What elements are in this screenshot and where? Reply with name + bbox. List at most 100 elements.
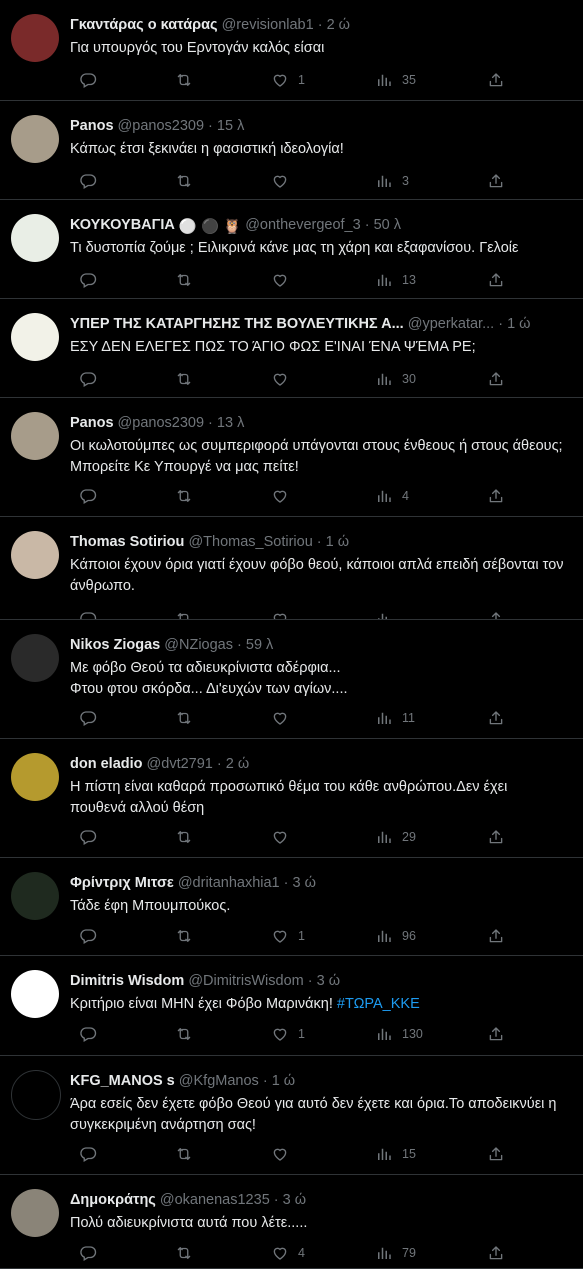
author-name[interactable]: Nikos Ziogas [70, 637, 160, 653]
like-button[interactable] [262, 1144, 289, 1164]
share-button[interactable] [478, 171, 505, 191]
author-handle[interactable]: @panos2309 [118, 415, 204, 431]
author-name[interactable]: Dimitris Wisdom [70, 973, 184, 989]
share-button[interactable] [478, 70, 505, 90]
reply-button[interactable] [70, 486, 97, 506]
like-button[interactable] [262, 827, 289, 847]
share-button[interactable] [478, 486, 505, 506]
views-button[interactable]: 4 [366, 486, 409, 506]
like-button[interactable]: 1 [262, 926, 305, 946]
avatar[interactable] [11, 14, 59, 62]
timestamp[interactable]: 1 ώ [507, 316, 530, 332]
retweet-button[interactable] [166, 171, 193, 191]
reply-button[interactable] [70, 926, 97, 946]
hashtag-link[interactable]: #ΤΩΡΑ_ΚΚΕ [337, 996, 420, 1012]
timestamp[interactable]: 13 λ [217, 415, 244, 431]
avatar[interactable] [11, 970, 59, 1018]
author-name[interactable]: Thomas Sotiriou [70, 534, 184, 550]
timestamp[interactable]: 1 ώ [272, 1073, 295, 1089]
timestamp[interactable]: 1 ώ [326, 534, 349, 550]
author-handle[interactable]: @yperkatar... [408, 316, 494, 332]
author-handle[interactable]: @Thomas_Sotiriou [188, 534, 312, 550]
retweet-button[interactable] [166, 1243, 193, 1263]
views-button[interactable] [366, 609, 393, 619]
author-handle[interactable]: @panos2309 [118, 118, 204, 134]
author-handle[interactable]: @NZiogas [164, 637, 233, 653]
views-button[interactable]: 130 [366, 1024, 423, 1044]
views-button[interactable]: 11 [366, 708, 415, 728]
views-button[interactable]: 30 [366, 369, 416, 389]
avatar[interactable] [11, 214, 59, 262]
author-handle[interactable]: @dvt2791 [147, 756, 213, 772]
retweet-button[interactable] [166, 369, 193, 389]
timestamp[interactable]: 3 ώ [293, 875, 316, 891]
reply-button[interactable] [70, 1024, 97, 1044]
retweet-button[interactable] [166, 1024, 193, 1044]
tweet-item[interactable]: ΥΠΕΡ ΤΗΣ ΚΑΤΑΡΓΗΣΗΣ ΤΗΣ ΒΟΥΛΕΥΤΙΚΗΣ Α...… [0, 299, 583, 398]
author-handle[interactable]: @revisionlab1 [222, 17, 314, 33]
tweet-item[interactable]: KFG_MANOS s @KfgManos · 1 ώ Άρα εσείς δεν… [0, 1056, 583, 1175]
like-button[interactable]: 4 [262, 1243, 305, 1263]
views-button[interactable]: 96 [366, 926, 416, 946]
share-button[interactable] [478, 1144, 505, 1164]
author-name[interactable]: ΚΟΥΚΟΥΒΑΓΙΑ [70, 217, 175, 233]
reply-button[interactable] [70, 369, 97, 389]
author-name[interactable]: Panos [70, 118, 114, 134]
avatar[interactable] [11, 412, 59, 460]
like-button[interactable] [262, 369, 289, 389]
avatar[interactable] [11, 872, 59, 920]
reply-button[interactable] [70, 708, 97, 728]
author-handle[interactable]: @KfgManos [179, 1073, 259, 1089]
retweet-button[interactable] [166, 270, 193, 290]
tweet-item[interactable]: Δημοκράτης @okanenas1235 · 3 ώ Πολύ αδιευ… [0, 1175, 583, 1269]
tweet-item[interactable]: Thomas Sotiriou @Thomas_Sotiriou · 1 ώ Κά… [0, 517, 583, 620]
author-handle[interactable]: @okanenas1235 [160, 1192, 270, 1208]
timestamp[interactable]: 3 ώ [283, 1192, 306, 1208]
like-button[interactable] [262, 486, 289, 506]
timestamp[interactable]: 59 λ [246, 637, 273, 653]
reply-button[interactable] [70, 171, 97, 191]
like-button[interactable] [262, 270, 289, 290]
share-button[interactable] [478, 1243, 505, 1263]
share-button[interactable] [478, 369, 505, 389]
avatar[interactable] [11, 753, 59, 801]
timestamp[interactable]: 2 ώ [226, 756, 249, 772]
avatar[interactable] [11, 531, 59, 579]
author-name[interactable]: Panos [70, 415, 114, 431]
share-button[interactable] [478, 926, 505, 946]
tweet-item[interactable]: ΚΟΥΚΟΥΒΑΓΙΑ ⚪ ⚫ 🦉 @onthevergeof_3 · 50 λ… [0, 200, 583, 299]
timestamp[interactable]: 2 ώ [327, 17, 350, 33]
retweet-button[interactable] [166, 70, 193, 90]
reply-button[interactable] [70, 70, 97, 90]
author-handle[interactable]: @dritanhaxhia1 [178, 875, 280, 891]
share-button[interactable] [478, 708, 505, 728]
like-button[interactable] [262, 708, 289, 728]
reply-button[interactable] [70, 1243, 97, 1263]
avatar[interactable] [11, 313, 59, 361]
author-handle[interactable]: @onthevergeof_3 [245, 217, 361, 233]
author-name[interactable]: Φρίντριχ Μιτσε [70, 875, 174, 891]
tweet-item[interactable]: Panos @panos2309 · 13 λ Οι κωλοτούμπες ως… [0, 398, 583, 517]
views-button[interactable]: 79 [366, 1243, 416, 1263]
timestamp[interactable]: 3 ώ [317, 973, 340, 989]
views-button[interactable]: 29 [366, 827, 416, 847]
avatar[interactable] [11, 634, 59, 682]
views-button[interactable]: 3 [366, 171, 409, 191]
retweet-button[interactable] [166, 827, 193, 847]
like-button[interactable]: 1 [262, 1024, 305, 1044]
share-button[interactable] [478, 609, 505, 619]
avatar[interactable] [11, 115, 59, 163]
retweet-button[interactable] [166, 609, 193, 619]
author-name[interactable]: ΥΠΕΡ ΤΗΣ ΚΑΤΑΡΓΗΣΗΣ ΤΗΣ ΒΟΥΛΕΥΤΙΚΗΣ Α... [70, 316, 404, 332]
like-button[interactable] [262, 609, 289, 619]
tweet-item[interactable]: Nikos Ziogas @NZiogas · 59 λ Με φόβο Θεού… [0, 620, 583, 739]
tweet-item[interactable]: don eladio @dvt2791 · 2 ώ Η πίστη είναι κ… [0, 739, 583, 858]
reply-button[interactable] [70, 1144, 97, 1164]
tweet-item[interactable]: Dimitris Wisdom @DimitrisWisdom · 3 ώ Κρι… [0, 956, 583, 1056]
reply-button[interactable] [70, 270, 97, 290]
like-button[interactable] [262, 171, 289, 191]
tweet-item[interactable]: Panos @panos2309 · 15 λ Κάπως έτσι ξεκινά… [0, 101, 583, 200]
share-button[interactable] [478, 270, 505, 290]
retweet-button[interactable] [166, 708, 193, 728]
share-button[interactable] [478, 1024, 505, 1044]
